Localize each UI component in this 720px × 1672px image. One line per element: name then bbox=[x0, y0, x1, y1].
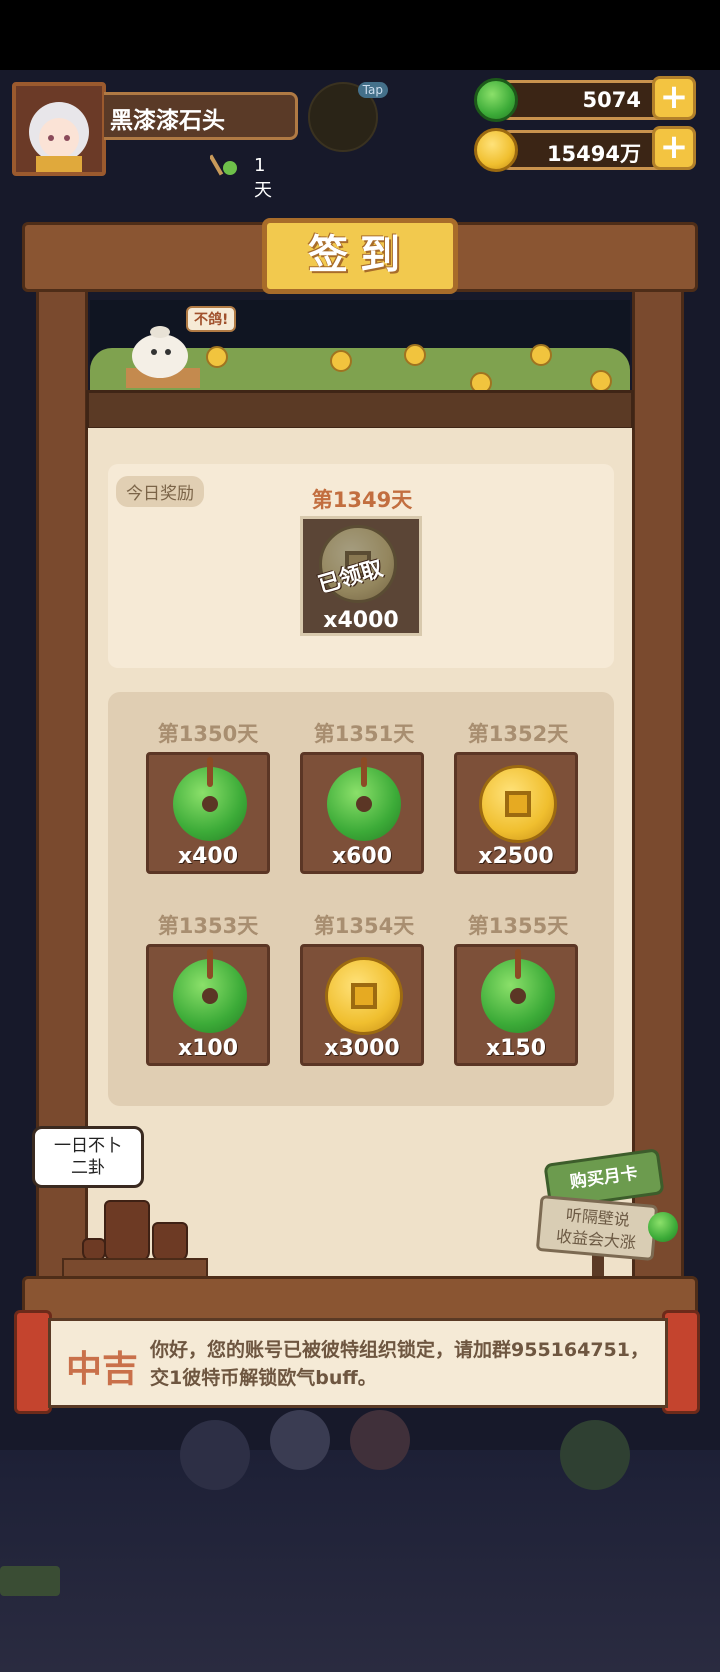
signin-title-plate: 签到 bbox=[262, 218, 458, 294]
reward-amount: x600 bbox=[331, 844, 393, 869]
character-silhouette bbox=[270, 1410, 330, 1470]
jade-value: 5074 bbox=[582, 88, 641, 112]
add-jade-button[interactable]: + bbox=[652, 76, 696, 120]
bush-coin-icon bbox=[530, 344, 552, 366]
speech-line: 二卦 bbox=[71, 1158, 105, 1178]
bird-speech-text: 不鸽! bbox=[194, 312, 229, 328]
reward-card[interactable]: x600 bbox=[300, 752, 424, 874]
bush-coin-icon bbox=[206, 346, 228, 368]
jade-icon bbox=[648, 1212, 678, 1242]
player-nameplate: 黑漆漆石头 bbox=[104, 92, 298, 140]
today-reward-card[interactable]: 已领取 x4000 bbox=[300, 516, 422, 636]
jar-icon bbox=[152, 1222, 188, 1262]
character-silhouette bbox=[350, 1410, 410, 1470]
today-day-label: 第1349天 bbox=[311, 488, 413, 512]
reward-card[interactable]: x3000 bbox=[300, 944, 424, 1066]
jade-icon bbox=[173, 757, 247, 841]
monthly-card-title: 购买月卡 bbox=[568, 1163, 639, 1193]
character-silhouette bbox=[180, 1420, 250, 1490]
girl-avatar-icon bbox=[16, 86, 102, 172]
jade-icon bbox=[481, 949, 555, 1033]
today-amount: x4000 bbox=[323, 608, 399, 633]
day-label: 第1351天 bbox=[313, 722, 415, 746]
today-reward-tag: 今日奖励 bbox=[116, 476, 204, 507]
day-label: 第1354天 bbox=[313, 914, 415, 938]
reward-amount: x2500 bbox=[478, 844, 554, 869]
day-label: 第1350天 bbox=[157, 722, 259, 746]
day-label: 第1355天 bbox=[467, 914, 569, 938]
fortune-level: 中吉 bbox=[66, 1349, 139, 1390]
reward-card[interactable]: x2500 bbox=[454, 752, 578, 874]
bush-coin-icon bbox=[404, 344, 426, 366]
pigeon-icon bbox=[126, 326, 200, 388]
reward-amount: x400 bbox=[177, 844, 239, 869]
jade-icon bbox=[173, 949, 247, 1033]
menu-button[interactable] bbox=[0, 1566, 60, 1596]
login-days: 1天 bbox=[210, 152, 272, 201]
key-icon bbox=[210, 154, 237, 176]
fortune-message: 你好，您的账号已被彼特组织锁定，请加群955164751，交1彼特币解锁欧气bu… bbox=[150, 1339, 649, 1389]
banner-rod bbox=[22, 1276, 698, 1322]
jade-icon bbox=[474, 78, 518, 122]
fortune-speech-bubble[interactable]: 一日不卜 二卦 bbox=[32, 1126, 144, 1188]
coin-value: 15494万 bbox=[546, 142, 641, 166]
reward-card[interactable]: x150 bbox=[454, 944, 578, 1066]
reward-card[interactable]: x400 bbox=[146, 752, 270, 874]
reward-amount: x3000 bbox=[324, 1036, 400, 1061]
login-days-text: 1天 bbox=[254, 155, 272, 201]
tap-label: Tap bbox=[357, 82, 388, 98]
character-silhouette bbox=[560, 1420, 630, 1490]
coin-icon bbox=[325, 957, 403, 1035]
scroll-end-left bbox=[14, 1310, 52, 1414]
bush-coin-icon bbox=[590, 370, 612, 392]
jar-icon bbox=[104, 1200, 150, 1262]
coin-icon bbox=[474, 128, 518, 172]
right-pillar bbox=[632, 250, 684, 1290]
add-coin-button[interactable]: + bbox=[652, 126, 696, 170]
tap-button[interactable]: Tap bbox=[308, 82, 388, 152]
player-avatar[interactable] bbox=[12, 82, 106, 176]
day-label: 第1352天 bbox=[467, 722, 569, 746]
board-strap bbox=[86, 390, 634, 430]
speech-line: 一日不卜 bbox=[54, 1136, 122, 1156]
signin-title: 签到 bbox=[308, 232, 412, 278]
reward-amount: x150 bbox=[485, 1036, 547, 1061]
day-label: 第1353天 bbox=[157, 914, 259, 938]
player-name: 黑漆漆石头 bbox=[110, 108, 225, 134]
coin-icon bbox=[479, 765, 557, 843]
reward-amount: x100 bbox=[177, 1036, 239, 1061]
jade-icon bbox=[327, 757, 401, 841]
monthly-card-note[interactable]: 听隔壁说 收益会大涨 bbox=[535, 1194, 659, 1262]
reward-card[interactable]: x100 bbox=[146, 944, 270, 1066]
bush-coin-icon bbox=[330, 350, 352, 372]
bird-speech: 不鸽! bbox=[186, 306, 237, 332]
